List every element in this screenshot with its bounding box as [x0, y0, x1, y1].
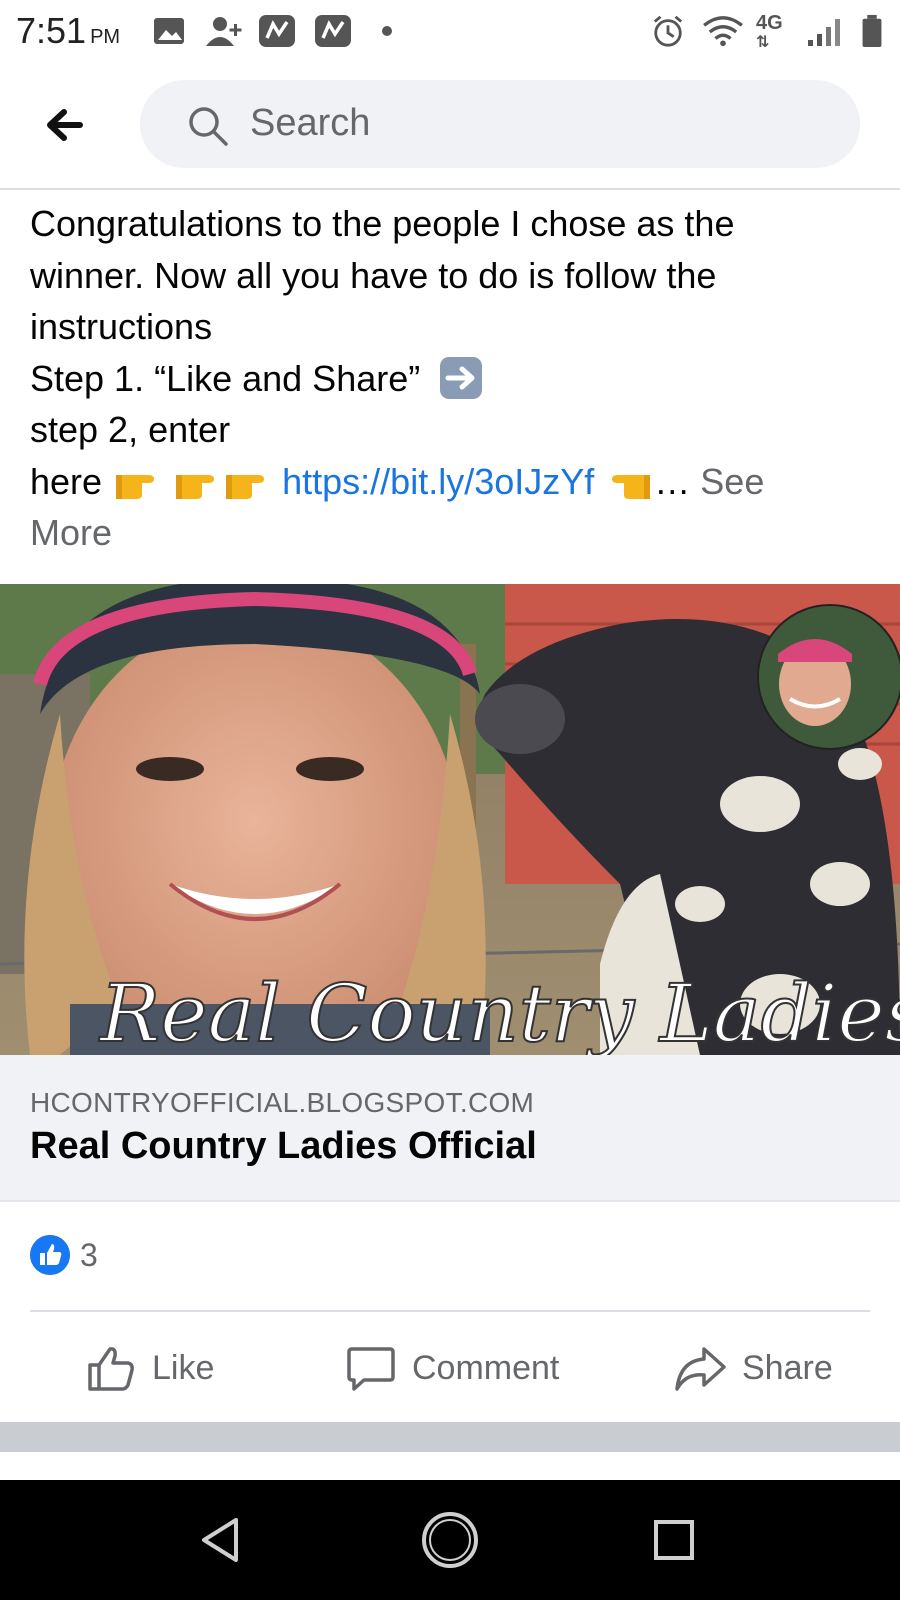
nav-home-icon[interactable]	[418, 1508, 482, 1572]
back-arrow-icon[interactable]	[40, 100, 90, 150]
share-label: Share	[742, 1348, 833, 1387]
comment-button[interactable]: Comment	[346, 1340, 559, 1396]
see-more-link-continued[interactable]: More	[30, 507, 880, 559]
nav-recents-icon[interactable]	[642, 1508, 706, 1572]
link-preview-title: Real Country Ladies Official	[30, 1125, 537, 1167]
app-notification-icon-2	[315, 15, 351, 47]
like-reaction-icon	[30, 1235, 70, 1275]
post-text-line-step1: Step 1. “Like and Share”	[30, 353, 880, 405]
right-arrow-emoji-icon	[440, 356, 483, 399]
search-placeholder: Search	[250, 102, 371, 144]
thumbs-up-icon	[88, 1347, 134, 1391]
like-button[interactable]: Like	[86, 1340, 214, 1396]
nav-back-icon[interactable]	[190, 1508, 254, 1572]
more-notifications-dot-icon	[382, 26, 392, 36]
pointing-hand-emoji-icon	[176, 474, 215, 499]
post-link[interactable]: https://bit.ly/3oIJzYf	[282, 461, 594, 502]
pointing-hand-emoji-icon	[226, 474, 265, 499]
like-label: Like	[152, 1348, 215, 1387]
post-text-line: step 2, enter	[30, 409, 231, 450]
ellipsis: …	[654, 460, 691, 502]
post-text-line: Congratulations to the people I chose as…	[30, 203, 735, 244]
feed-separator	[0, 1422, 900, 1452]
status-time: 7:51 PM	[16, 10, 120, 52]
alarm-icon	[653, 15, 683, 47]
see-more-link[interactable]: See	[700, 461, 764, 502]
link-preview-domain: HCONTRYOFFICIAL.BLOGSPOT.COM	[30, 1087, 535, 1118]
comment-label: Comment	[412, 1348, 560, 1387]
post-text-line-link: here https://bit.ly/3oIJzYf … See	[30, 456, 880, 508]
step1-text: Step 1. “Like and Share”	[30, 357, 421, 399]
add-contact-icon	[206, 17, 242, 46]
pointing-hand-emoji-icon	[116, 474, 155, 499]
top-bar: Search	[0, 62, 900, 190]
here-text: here	[30, 460, 103, 502]
status-ampm: PM	[90, 26, 121, 48]
post-text-line: winner. Now all you have to do is follow…	[30, 254, 717, 296]
post-actions: Like Comment Share	[0, 1312, 900, 1422]
pointing-left-hand-emoji-icon	[612, 474, 651, 499]
image-watermark-text: Real Country Ladies	[99, 967, 900, 1055]
wifi-icon	[703, 16, 743, 47]
post-text: Congratulations to the people I chose as…	[30, 198, 880, 559]
system-nav-bar	[0, 1480, 900, 1600]
status-time-value: 7:51	[16, 10, 87, 51]
post-image[interactable]: Real Country Ladies	[0, 584, 900, 1055]
app-notification-icon	[259, 15, 295, 47]
share-icon	[675, 1347, 726, 1391]
share-button[interactable]: Share	[674, 1340, 833, 1396]
post-text-line: instructions	[30, 306, 213, 347]
next-post-edge	[0, 1452, 900, 1480]
comment-icon	[347, 1347, 395, 1391]
cell-signal-icon	[808, 19, 840, 46]
network-type-label: 4G	[756, 12, 783, 34]
gallery-icon	[154, 18, 184, 44]
network-type-icon: 4G ⇅	[756, 12, 783, 51]
search-input[interactable]: Search	[140, 80, 860, 168]
link-preview[interactable]: HCONTRYOFFICIAL.BLOGSPOT.COM Real Countr…	[0, 1055, 900, 1202]
search-icon	[189, 107, 228, 146]
like-count: 3	[80, 1237, 98, 1273]
status-bar: 7:51 PM 4G ⇅	[0, 0, 900, 62]
battery-icon	[862, 14, 882, 48]
